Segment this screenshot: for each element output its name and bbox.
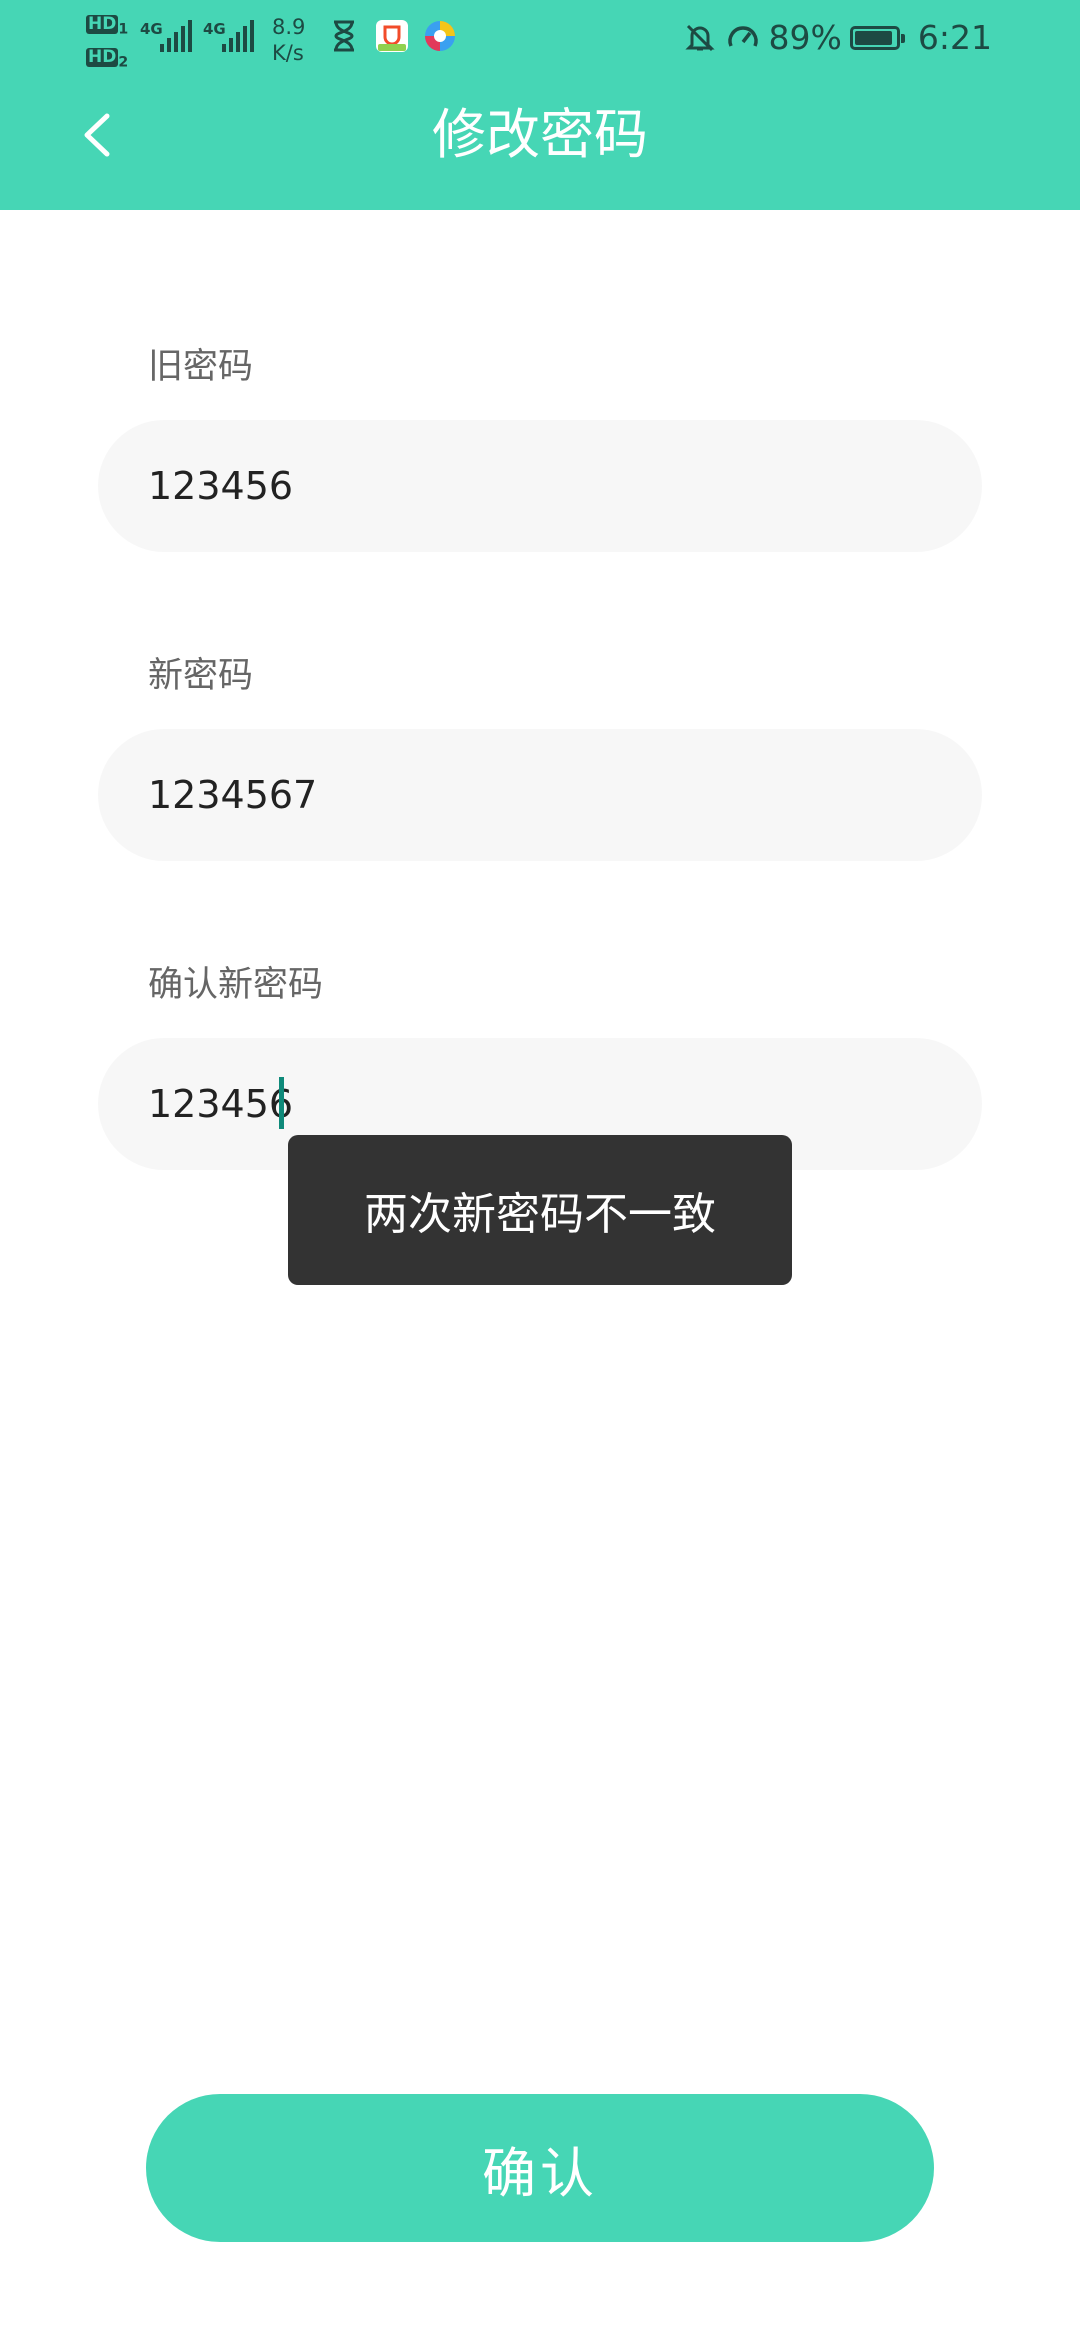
text-cursor [279, 1077, 284, 1129]
battery-icon [849, 25, 905, 50]
confirm-password-input[interactable] [148, 1082, 982, 1126]
signal-strength-icon [222, 20, 254, 52]
battery-percentage: 89% [768, 18, 842, 57]
clock: 6:21 [917, 18, 992, 57]
hd-indicator-1: HD 1 [86, 14, 129, 38]
shopping-app-icon [376, 20, 408, 52]
toast-message: 两次新密码不一致 [364, 1189, 716, 1240]
new-password-label: 新密码 [148, 656, 254, 696]
speed-gauge-icon [727, 25, 758, 47]
signal-strength-icon [160, 20, 192, 52]
old-password-input[interactable] [148, 464, 982, 508]
network-speed: 8.9 K/s [272, 15, 306, 65]
old-password-label: 旧密码 [148, 347, 254, 387]
old-password-field[interactable] [98, 420, 982, 552]
confirm-button[interactable]: 确认 [146, 2094, 934, 2242]
status-right: 89% 6:21 [683, 18, 992, 57]
app-header: HD 1 HD 2 4G 4G 8.9 K/s 89% 6:21 修改密码 [0, 0, 1080, 210]
new-password-field[interactable] [98, 729, 982, 861]
page-title: 修改密码 [432, 103, 648, 166]
confirm-password-label: 确认新密码 [148, 965, 324, 1005]
status-bar: HD 1 HD 2 4G 4G 8.9 K/s 89% 6:21 [0, 0, 1080, 80]
hourglass-icon [334, 20, 354, 52]
bell-muted-icon [684, 24, 715, 51]
notification-icons [326, 18, 458, 54]
error-toast: 两次新密码不一致 [288, 1135, 792, 1285]
hd-indicator-2: HD 2 [86, 47, 129, 71]
new-password-input[interactable] [148, 773, 982, 817]
browser-app-icon [425, 21, 455, 51]
